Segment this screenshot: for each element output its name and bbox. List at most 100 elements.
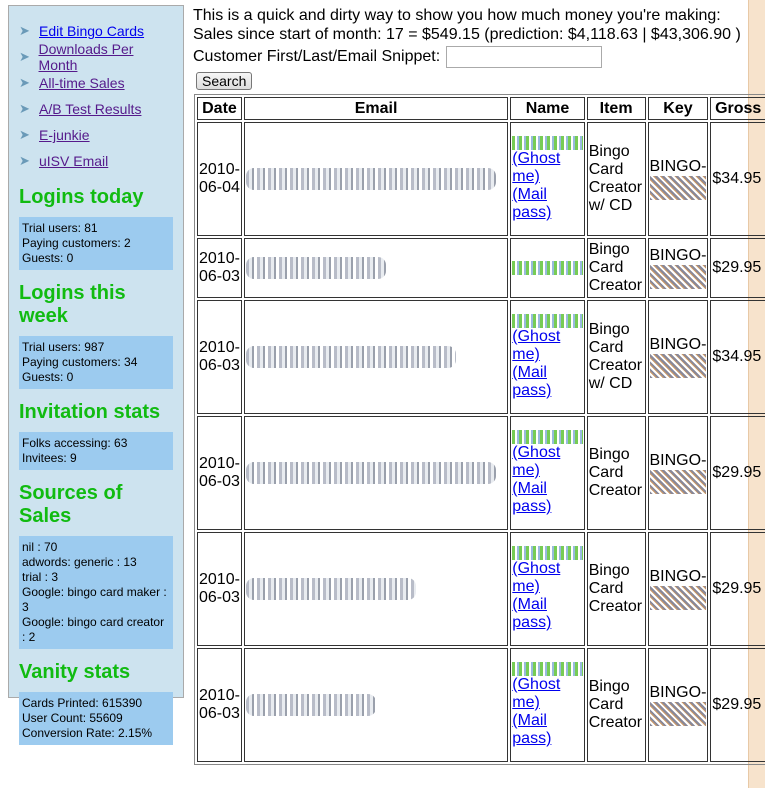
arrow-icon: ➤ xyxy=(19,23,30,38)
sidebar-link[interactable]: Downloads Per Month xyxy=(39,41,173,73)
ghost-me-link[interactable]: (Ghost me) xyxy=(512,444,560,479)
key-prefix: BINGO- xyxy=(649,452,707,469)
stat-line: Trial users: 81 xyxy=(22,221,98,235)
obfuscated-name-image xyxy=(512,662,583,676)
stat-line: Cards Printed: 615390 xyxy=(22,696,143,710)
item-cell: Bingo Card Creator xyxy=(586,238,646,298)
section-title: Vanity stats xyxy=(19,661,131,683)
column-header: Email xyxy=(243,97,509,120)
key-cell: BINGO- xyxy=(647,300,709,414)
stat-line: Paying customers: 2 xyxy=(22,236,131,250)
obfuscated-email-image xyxy=(245,257,386,279)
stat-line: trial : 3 xyxy=(22,570,59,584)
section-title: Invitation stats xyxy=(19,401,161,423)
table-row: 2010-06-04 (Ghost me) (Mail pass) Bingo C… xyxy=(197,122,765,236)
mail-pass-link[interactable]: (Mail pass) xyxy=(512,364,551,399)
obfuscated-name-image xyxy=(512,314,583,328)
key-prefix: BINGO- xyxy=(649,684,707,701)
stat-line: adwords: generic : 13 xyxy=(22,555,137,569)
obfuscated-email-image xyxy=(245,168,496,190)
name-cell xyxy=(510,238,585,298)
gross-cell: $29.95 xyxy=(710,238,765,298)
mail-pass-link[interactable]: (Mail pass) xyxy=(512,186,551,221)
stat-line: Guests: 0 xyxy=(22,251,74,265)
table-row: 2010-06-03 (Ghost me) (Mail pass) Bingo C… xyxy=(197,416,765,530)
stat-line: Conversion Rate: 2.15% xyxy=(22,726,153,740)
key-prefix: BINGO- xyxy=(649,247,707,264)
search-input[interactable] xyxy=(446,46,603,68)
key-prefix: BINGO- xyxy=(649,158,707,175)
key-cell: BINGO- xyxy=(647,416,709,530)
email-cell xyxy=(243,416,509,530)
ghost-me-link[interactable]: (Ghost me) xyxy=(512,328,560,363)
stat-line: Guests: 0 xyxy=(22,370,74,384)
ghost-me-link[interactable]: (Ghost me) xyxy=(512,676,560,711)
sidebar-nav: ➤ Edit Bingo Cards ➤ Downloads Per Month ➤ Al… xyxy=(19,18,173,174)
key-prefix: BINGO- xyxy=(649,568,707,585)
search-label: Customer First/Last/Email Snippet: xyxy=(193,48,441,65)
obfuscated-email-image xyxy=(245,578,416,600)
email-cell xyxy=(243,300,509,414)
stats-box: Cards Printed: 615390 User Count: 55609 Co… xyxy=(19,692,173,745)
sidebar-link[interactable]: A/B Test Results xyxy=(39,101,141,117)
stat-line: User Count: 55609 xyxy=(22,711,123,725)
stat-line: Trial users: 987 xyxy=(22,340,105,354)
table-row: 2010-06-03 Bingo Card Creator BINGO- $29… xyxy=(197,238,765,298)
email-cell xyxy=(243,122,509,236)
obfuscated-key-image xyxy=(649,265,707,289)
obfuscated-name-image xyxy=(512,430,583,444)
mail-pass-link[interactable]: (Mail pass) xyxy=(512,480,551,515)
stat-line: Folks accessing: 63 xyxy=(22,436,128,450)
obfuscated-name-image xyxy=(512,261,583,275)
sidebar-item: ➤ All-time Sales xyxy=(19,70,173,96)
section-title: Sources of Sales xyxy=(19,482,123,527)
obfuscated-email-image xyxy=(245,346,456,368)
mail-pass-link[interactable]: (Mail pass) xyxy=(512,596,551,631)
sidebar-link[interactable]: Edit Bingo Cards xyxy=(39,23,144,39)
mail-pass-link[interactable]: (Mail pass) xyxy=(512,712,551,747)
obfuscated-key-image xyxy=(649,176,707,200)
obfuscated-email-image xyxy=(245,462,496,484)
stats-box: Trial users: 81 Paying customers: 2 Guests… xyxy=(19,217,173,270)
section-title: Logins today xyxy=(19,186,144,208)
ghost-me-link[interactable]: (Ghost me) xyxy=(512,560,560,595)
sidebar-item: ➤ E-junkie xyxy=(19,122,173,148)
date-cell: 2010-06-03 xyxy=(197,648,242,762)
sidebar-item: ➤ uISV Email xyxy=(19,148,173,174)
item-cell: Bingo Card Creator w/ CD xyxy=(586,122,646,236)
obfuscated-name-image xyxy=(512,136,583,150)
sidebar-link[interactable]: E-junkie xyxy=(39,127,90,143)
obfuscated-email-image xyxy=(245,694,376,716)
date-cell: 2010-06-04 xyxy=(197,122,242,236)
gross-cell: $29.95 xyxy=(710,416,765,530)
arrow-icon: ➤ xyxy=(19,49,30,64)
name-cell: (Ghost me) (Mail pass) xyxy=(510,300,585,414)
stats-box: Folks accessing: 63 Invitees: 9 xyxy=(19,432,173,470)
sidebar-link[interactable]: uISV Email xyxy=(39,153,108,169)
section-title: Logins this week xyxy=(19,282,126,327)
sidebar: ➤ Edit Bingo Cards ➤ Downloads Per Month ➤ Al… xyxy=(8,5,184,745)
obfuscated-name-image xyxy=(512,546,583,560)
ghost-me-link[interactable]: (Ghost me) xyxy=(512,150,560,185)
date-cell: 2010-06-03 xyxy=(197,532,242,646)
sidebar-item: ➤ Downloads Per Month xyxy=(19,41,173,73)
key-cell: BINGO- xyxy=(647,238,709,298)
column-header: Item xyxy=(586,97,646,120)
search-button[interactable]: Search xyxy=(196,72,253,90)
main-content: This is a quick and dirty way to show yo… xyxy=(193,6,753,92)
item-cell: Bingo Card Creator xyxy=(586,648,646,762)
sidebar-link[interactable]: All-time Sales xyxy=(39,75,125,91)
key-cell: BINGO- xyxy=(647,532,709,646)
stat-line: Invitees: 9 xyxy=(22,451,77,465)
date-cell: 2010-06-03 xyxy=(197,238,242,298)
email-cell xyxy=(243,648,509,762)
item-cell: Bingo Card Creator xyxy=(586,416,646,530)
gross-cell: $34.95 xyxy=(710,122,765,236)
table-row: 2010-06-03 (Ghost me) (Mail pass) Bingo C… xyxy=(197,532,765,646)
email-cell xyxy=(243,532,509,646)
arrow-icon: ➤ xyxy=(19,153,30,168)
arrow-icon: ➤ xyxy=(19,101,30,116)
sidebar-item: ➤ A/B Test Results xyxy=(19,96,173,122)
obfuscated-key-image xyxy=(649,586,707,610)
arrow-icon: ➤ xyxy=(19,75,30,90)
